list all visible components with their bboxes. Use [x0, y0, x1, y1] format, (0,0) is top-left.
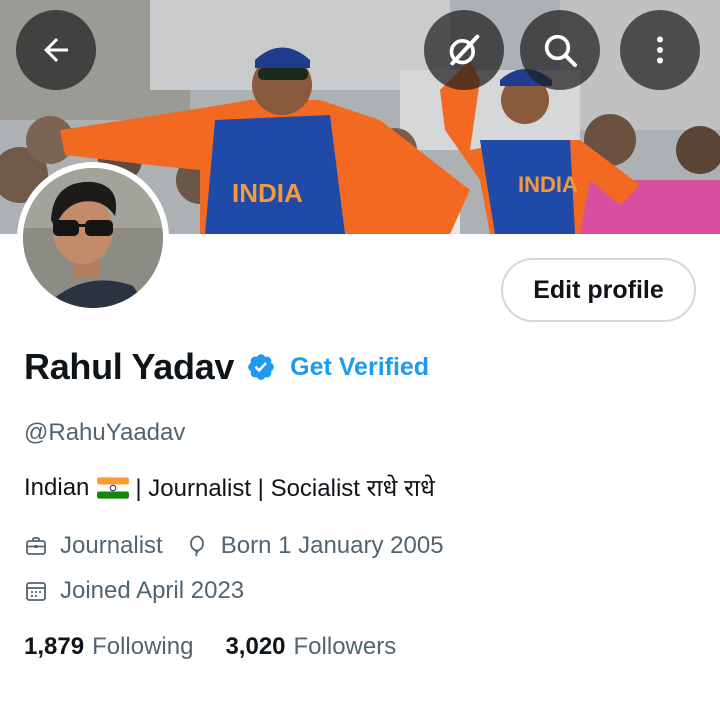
profile-meta: Journalist Born 1 January 2005 [24, 532, 444, 560]
profession-item: Journalist [24, 532, 163, 560]
arrow-left-icon [44, 38, 68, 62]
verified-badge-icon [248, 354, 274, 380]
back-button[interactable] [16, 10, 96, 90]
calendar-icon [26, 582, 46, 601]
bio-text-end: | Journalist | Socialist राधे राधे [135, 475, 435, 502]
birth-item: Born 1 January 2005 [185, 532, 444, 560]
following-link[interactable]: 1,879 Following [24, 633, 193, 661]
followers-label: Followers [293, 633, 397, 660]
svg-text:INDIA: INDIA [232, 178, 303, 208]
svg-text:INDIA: INDIA [518, 172, 578, 197]
following-label: Following [92, 633, 194, 660]
get-verified-link[interactable]: Get Verified [290, 353, 429, 382]
bio: Indian | Journalist | Socialist राधे राध… [24, 471, 435, 504]
following-count: 1,879 [24, 633, 85, 660]
edit-profile-button[interactable]: Edit profile [501, 258, 696, 322]
user-handle: @RahuYaadav [24, 419, 186, 446]
followers-link[interactable]: 3,020 Followers [225, 633, 396, 661]
followers-count: 3,020 [225, 633, 286, 660]
grok-button[interactable] [424, 10, 504, 90]
balloon-icon [189, 535, 204, 557]
search-icon [544, 34, 577, 67]
name-row: Rahul Yadav Get Verified [24, 346, 429, 388]
birth-text: Born 1 January 2005 [220, 532, 444, 559]
search-button[interactable] [520, 10, 600, 90]
joined-text: Joined April 2023 [60, 577, 245, 604]
india-flag-icon [97, 476, 130, 499]
profession-text: Journalist [60, 532, 163, 559]
avatar-photo [23, 168, 163, 308]
display-name: Rahul Yadav [24, 346, 235, 387]
profile-avatar[interactable] [17, 162, 169, 314]
briefcase-icon [26, 537, 46, 555]
follow-stats: 1,879 Following 3,020 Followers [24, 633, 396, 661]
joined-item: Joined April 2023 [24, 577, 244, 605]
grok-icon [449, 34, 480, 66]
more-vertical-icon [657, 36, 663, 64]
more-options-button[interactable] [620, 10, 700, 90]
bio-text-start: Indian [24, 473, 90, 501]
joined-row: Joined April 2023 [24, 577, 244, 605]
